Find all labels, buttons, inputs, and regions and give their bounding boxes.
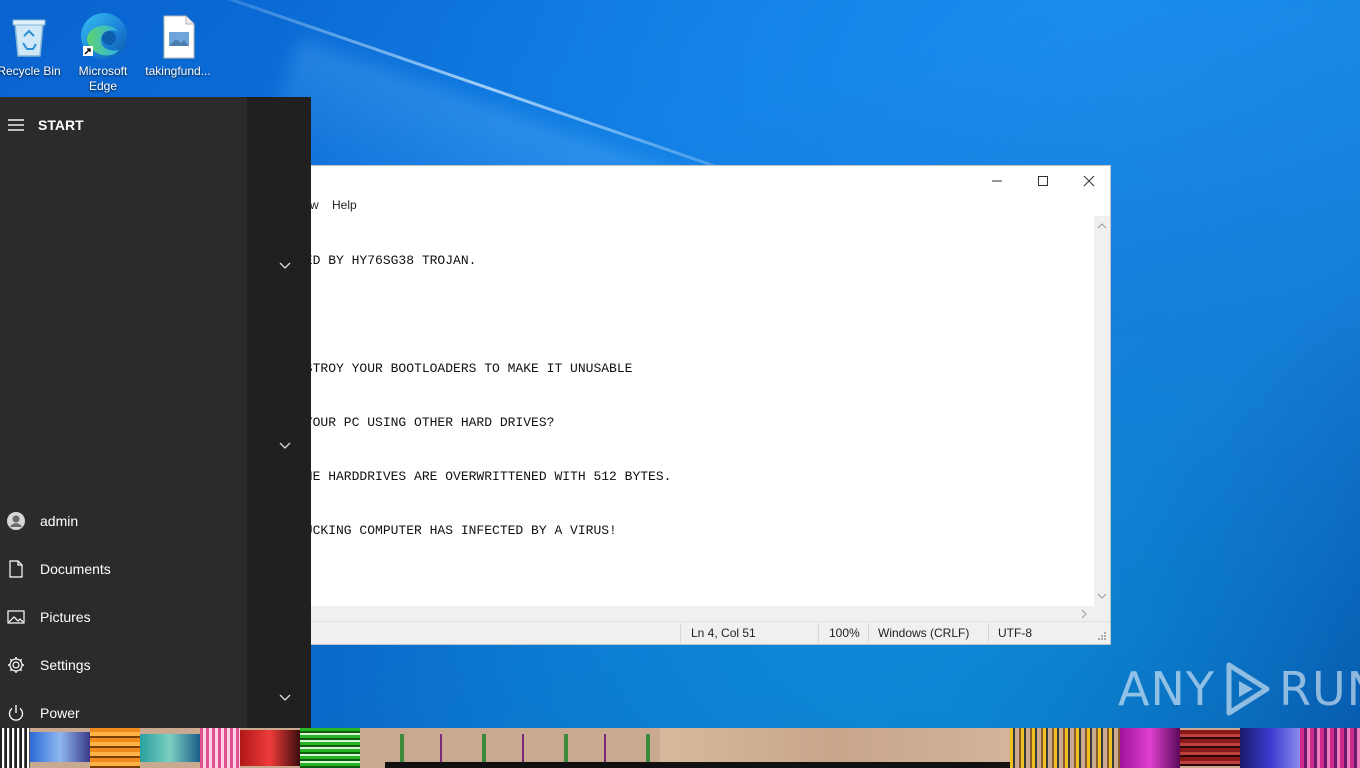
status-separator <box>868 623 869 643</box>
start-item-pictures[interactable]: Pictures <box>0 595 247 639</box>
notepad-window[interactable]: w Help KED BY HY76SG38 TROJAN. ​ ESTROY … <box>290 165 1111 645</box>
start-item-label: Power <box>40 705 80 721</box>
pictures-icon <box>0 595 32 639</box>
start-menu-header[interactable]: START <box>0 111 247 139</box>
notepad-status-bar: Ln 4, Col 51 100% Windows (CRLF) UTF-8 <box>291 621 1110 644</box>
taskbar-glitched <box>0 728 1360 768</box>
desktop-icon-label: takingfund... <box>145 64 211 78</box>
resize-grip-icon[interactable] <box>1097 631 1107 641</box>
chevron-down-icon[interactable] <box>279 262 291 270</box>
gear-icon <box>0 643 32 687</box>
minimize-button[interactable] <box>974 166 1020 196</box>
start-menu-title: START <box>38 117 84 133</box>
glitch-band <box>240 730 300 766</box>
start-menu-app-list <box>247 97 311 728</box>
desktop-icon-label: Microsoft Edge <box>78 64 128 93</box>
play-logo-icon <box>1226 662 1270 716</box>
start-item-label: Pictures <box>40 609 91 625</box>
status-cursor-position: Ln 4, Col 51 <box>691 626 756 640</box>
desktop-icon-label: Recycle Bin <box>0 64 61 78</box>
glitch-band <box>140 734 200 762</box>
start-menu: START admin Documents Pictures Settings … <box>0 97 311 728</box>
text-line: ESTROY YOUR BOOTLOADERS TO MAKE IT UNUSA… <box>297 361 633 376</box>
desktop-icon-recycle-bin[interactable]: Recycle Bin <box>0 10 66 79</box>
status-encoding: UTF-8 <box>998 626 1032 640</box>
start-item-documents[interactable]: Documents <box>0 547 247 591</box>
status-separator <box>988 623 989 643</box>
start-item-label: admin <box>40 513 79 529</box>
text-line: FUCKING COMPUTER HAS INFECTED BY A VIRUS… <box>297 523 617 538</box>
glitch-band <box>1120 728 1180 768</box>
scroll-right-icon <box>1081 609 1087 619</box>
edge-icon <box>79 10 127 62</box>
status-separator <box>818 623 819 643</box>
text-line: THE HARDDRIVES ARE OVERWRITTENED WITH 51… <box>297 469 672 484</box>
text-line: ​ <box>297 306 1094 324</box>
glitch-band <box>90 728 140 768</box>
status-zoom: 100% <box>829 626 860 640</box>
notepad-menubar: w Help <box>291 196 1110 216</box>
recycle-bin-icon <box>5 10 53 62</box>
glitch-band <box>360 734 660 762</box>
minimize-icon <box>992 180 1002 182</box>
glitch-band <box>1240 728 1300 768</box>
anyrun-watermark: ANY RUN <box>1118 660 1360 718</box>
close-icon <box>1083 175 1095 187</box>
watermark-text-right: RUN <box>1278 662 1360 716</box>
close-button[interactable] <box>1066 166 1112 196</box>
glitch-band <box>660 728 1010 762</box>
document-icon <box>0 547 32 591</box>
scroll-up-icon <box>1097 223 1107 229</box>
desktop-icon-edge[interactable]: Microsoft Edge <box>66 10 140 94</box>
maximize-button[interactable] <box>1020 166 1066 196</box>
text-line: YOUR PC USING OTHER HARD DRIVES? <box>297 415 555 430</box>
chevron-down-icon[interactable] <box>279 442 291 450</box>
user-icon <box>0 499 32 543</box>
notepad-titlebar[interactable] <box>291 166 1110 196</box>
text-line: KED BY HY76SG38 TROJAN. <box>297 253 477 268</box>
start-item-label: Documents <box>40 561 111 577</box>
glitch-band <box>1180 730 1240 766</box>
glitch-band <box>0 728 30 768</box>
watermark-text-left: ANY <box>1118 662 1215 716</box>
glitch-band <box>1010 728 1120 768</box>
start-item-label: Settings <box>40 657 91 673</box>
notepad-text-area[interactable]: KED BY HY76SG38 TROJAN. ​ ESTROY YOUR BO… <box>291 216 1094 606</box>
maximize-icon <box>1038 176 1048 186</box>
start-item-settings[interactable]: Settings <box>0 643 247 687</box>
start-item-admin[interactable]: admin <box>0 499 247 543</box>
vertical-scrollbar[interactable] <box>1094 216 1110 606</box>
scrollbar-corner <box>1094 606 1110 622</box>
menu-help[interactable]: Help <box>332 198 357 212</box>
horizontal-scrollbar[interactable] <box>291 606 1094 622</box>
status-line-ending: Windows (CRLF) <box>878 626 970 640</box>
image-file-icon <box>154 10 202 62</box>
menu-view[interactable]: w <box>310 198 319 212</box>
desktop-icon-image-file[interactable]: takingfund... <box>141 10 215 79</box>
chevron-down-icon[interactable] <box>279 694 291 702</box>
glitch-band <box>300 728 360 768</box>
status-separator <box>680 623 681 643</box>
glitch-band <box>1300 728 1360 768</box>
scroll-down-icon <box>1097 593 1107 599</box>
glitch-band <box>200 728 240 768</box>
hamburger-icon[interactable] <box>8 118 24 132</box>
glitch-band <box>30 732 90 762</box>
